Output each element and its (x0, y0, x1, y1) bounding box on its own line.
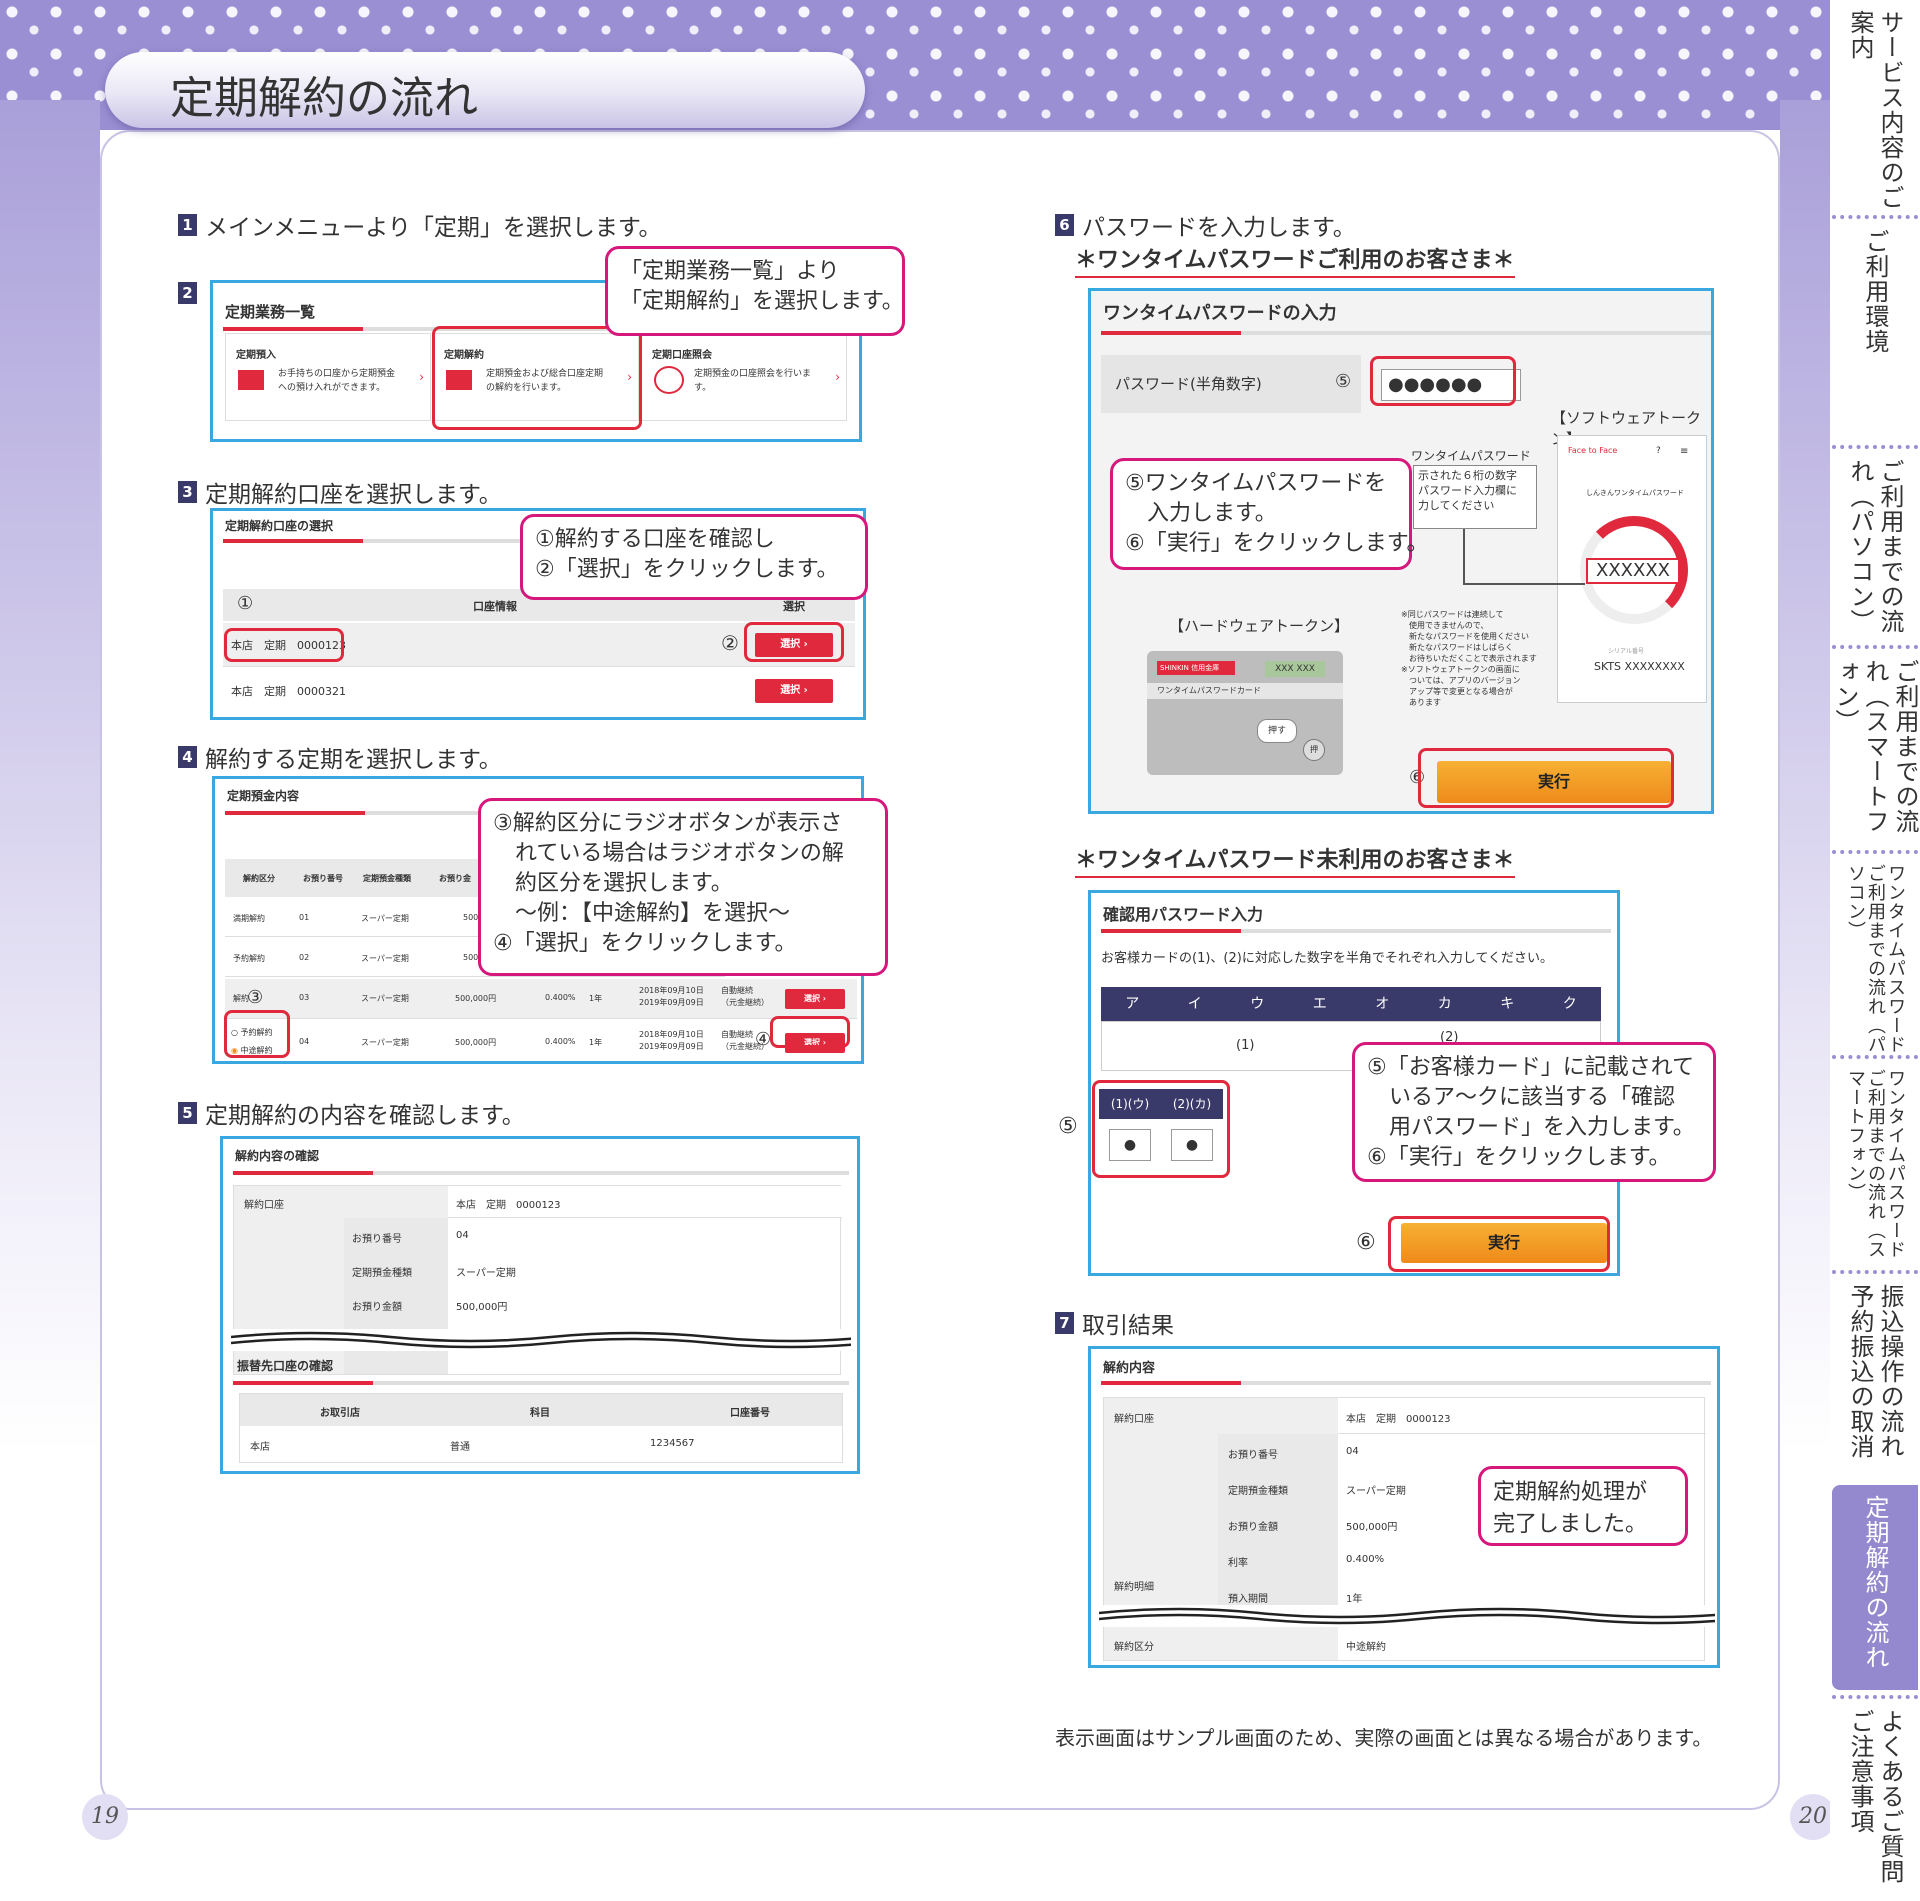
step-text: 取引結果 (1082, 1313, 1174, 1339)
chevron-right-icon: › (419, 370, 424, 384)
title-underline (233, 1381, 849, 1385)
help-icon: ? (1656, 446, 1661, 456)
screen-title: 定期業務一覧 (225, 303, 316, 321)
otp-small-note: ※同じパスワードは連続して 使用できませんので、 新たなパスワードを使用ください… (1401, 610, 1537, 707)
menu-icon: ≡ (1680, 446, 1689, 457)
step2-callout: 「定期業務一覧」より 「定期解約」を選択します。 (605, 246, 905, 336)
card-display: XXX XXX (1265, 661, 1325, 677)
step6-callout: ⑤ワンタイムパスワードを 入力します。 ⑥「実行」をクリックします。 (1110, 458, 1429, 570)
hard-token-label: 【ハードウェアトークン】 (1169, 617, 1350, 635)
step7-heading: 7 取引結果 (1055, 1306, 1174, 1340)
highlight-radio (224, 1010, 290, 1058)
transfer-table: お取引店 科目 口座番号 本店 普通 1234567 (239, 1393, 843, 1463)
cut-wave (231, 1329, 851, 1351)
highlight-password-input (1370, 356, 1516, 406)
step1-heading: 1 メインメニューより「定期」を選択します。 (178, 208, 662, 242)
table-row: 本店 定期 0000321 選択 › (223, 669, 855, 713)
title-underline (1101, 1381, 1711, 1385)
step3-callout: ①解約する口座を確認し ②「選択」をクリックします。 (520, 514, 868, 600)
password-label-cell: パスワード(半角数字) (1101, 355, 1361, 413)
highlight-select-button (770, 1016, 850, 1048)
highlight-select-button (744, 622, 844, 662)
otp-note-box: 示された６桁の数字 パスワード入力欄に 力してください (1413, 465, 1537, 529)
page-title: 定期解約の流れ (170, 73, 478, 124)
screen-title: 解約内容 (1103, 1361, 1156, 1376)
step4-callout: ③解約区分にラジオボタンが表示さ れている場合はラジオボタンの解 約区分を選択し… (478, 798, 888, 976)
step6-callout-2: ⑤「お客様カード」に記載されて いるア～クに該当する「確認 用パスワード」を入力… (1352, 1042, 1716, 1182)
step4-heading: 4 解約する定期を選択します。 (178, 740, 502, 774)
screen-title: 定期預金内容 (227, 789, 300, 803)
left-margin-background (0, 100, 100, 1901)
connector-line (1463, 529, 1465, 585)
sidebar-tab-time-deposit-cancel[interactable]: 定期解約の流れ (1832, 1485, 1918, 1690)
step-text: パスワードを入力します。 (1082, 215, 1356, 241)
select-button[interactable]: 選択 › (755, 679, 833, 703)
step-number: 5 (178, 1102, 197, 1124)
kana-header-row: ア イ ウ エ オ カ キ ク (1101, 987, 1601, 1021)
hardware-token-card: SHINKIN 信用金庫 XXX XXX ワンタイムパスワードカード 押す 押 (1147, 651, 1343, 775)
title-underline (1101, 331, 1711, 335)
chevron-right-icon: › (835, 370, 840, 384)
step-number: 2 (178, 282, 197, 304)
step-text: メインメニューより「定期」を選択します。 (205, 215, 662, 241)
sidebar-tab-otp-pc[interactable]: ワンタイムパスワードご利用までの流れ（パソコン） (1832, 850, 1918, 1055)
sidebar-tab-flow-pc[interactable]: ご利用までの流れ（パソコン） (1832, 445, 1918, 645)
sidebar-tab-transfer[interactable]: 振込操作の流れ予約振込の取消 (1832, 1270, 1918, 1480)
step-text: 解約する定期を選択します。 (205, 747, 502, 773)
screen-title: 確認用パスワード入力 (1103, 905, 1264, 924)
deposit-icon (238, 370, 264, 390)
cut-wave (1099, 1605, 1715, 1627)
step5-screenshot: 解約内容の確認 解約口座 本店 定期 0000123 お預り番号 04 定期預金… (220, 1136, 860, 1474)
highlight-execute (1388, 1216, 1610, 1272)
step3-heading: 3 定期解約口座を選択します。 (178, 475, 502, 509)
step-text: 定期解約の内容を確認します。 (205, 1103, 525, 1129)
transfer-title: 振替先口座の確認 (237, 1359, 334, 1373)
otp-code: XXXXXX (1586, 558, 1680, 584)
otp-user-heading: ＊ワンタイムパスワードご利用のお客さま＊ (1075, 242, 1515, 278)
highlight-account (224, 628, 344, 662)
highlight-cancel-card (432, 326, 642, 430)
footnote: 表示画面はサンプル画面のため、実際の画面とは異なる場合があります。 (1055, 1726, 1713, 1750)
screen-title: 解約内容の確認 (235, 1149, 320, 1163)
card-brand: SHINKIN 信用金庫 (1157, 661, 1235, 675)
title-underline (1101, 929, 1611, 933)
highlight-execute (1418, 748, 1674, 808)
table-row: ○ 予約解約 ◉ 中途解約 04 スーパー定期 500,000円 0.400% … (225, 1021, 857, 1061)
right-margin-background (1780, 100, 1830, 1901)
step6-heading: 6 パスワードを入力します。 (1055, 208, 1356, 242)
step-number: 3 (178, 481, 197, 503)
screen-title: ワンタイムパスワードの入力 (1103, 303, 1337, 324)
card-inquiry[interactable]: 定期口座照会 定期預金の口座照会を行いま す。 › (641, 333, 847, 421)
step2-heading: 2 (178, 282, 205, 304)
card-push-button: 押 (1303, 739, 1325, 761)
step-number: 7 (1055, 1312, 1074, 1334)
sidebar-tab-faq[interactable]: よくあるご質問ご注意事項 (1832, 1695, 1918, 1901)
soft-token-phone: Face to Face ? ≡ しんきんワンタイムパスワード XXXXXX シ… (1557, 435, 1707, 703)
sidebar-tab-flow-smartphone[interactable]: ご利用までの流れ（スマートフォン） (1831, 645, 1919, 850)
card-deposit[interactable]: 定期預入 お手持ちの口座から定期預金 への預け入れができます。 › (225, 333, 431, 421)
page-number-left: 19 (82, 1794, 128, 1840)
select-button[interactable]: 選択 › (785, 989, 845, 1009)
step7-callout: 定期解約処理が 完了しました。 (1478, 1466, 1688, 1546)
connector-line (1463, 583, 1585, 585)
step-number: 4 (178, 746, 197, 768)
magnifier-icon (654, 366, 684, 394)
non-otp-user-heading: ＊ワンタイムパスワード未利用のお客さま＊ (1075, 842, 1515, 878)
sidebar-tab-otp-smartphone[interactable]: ワンタイムパスワードご利用までの流れ（スマートフォン） (1832, 1055, 1918, 1270)
highlight-confirm-inputs (1092, 1080, 1230, 1178)
step-number: 1 (178, 214, 197, 236)
sidebar-tab-service[interactable]: サービス内容のご案内 (1832, 0, 1918, 215)
step5-heading: 5 定期解約の内容を確認します。 (178, 1096, 525, 1130)
step-text: 定期解約口座を選択します。 (205, 482, 502, 508)
sidebar-tab-environment[interactable]: ご利用環境 (1832, 215, 1918, 445)
app-logo: Face to Face (1568, 446, 1618, 455)
step-number: 6 (1055, 214, 1074, 236)
screen-title: 定期解約口座の選択 (225, 519, 334, 533)
section-sidebar: サービス内容のご案内 ご利用環境 ご利用までの流れ（パソコン） ご利用までの流れ… (1830, 0, 1920, 1901)
title-underline (233, 1171, 849, 1175)
table-row: 解約 ③ 03 スーパー定期 500,000円 0.400% 1年 2018年0… (225, 979, 857, 1019)
